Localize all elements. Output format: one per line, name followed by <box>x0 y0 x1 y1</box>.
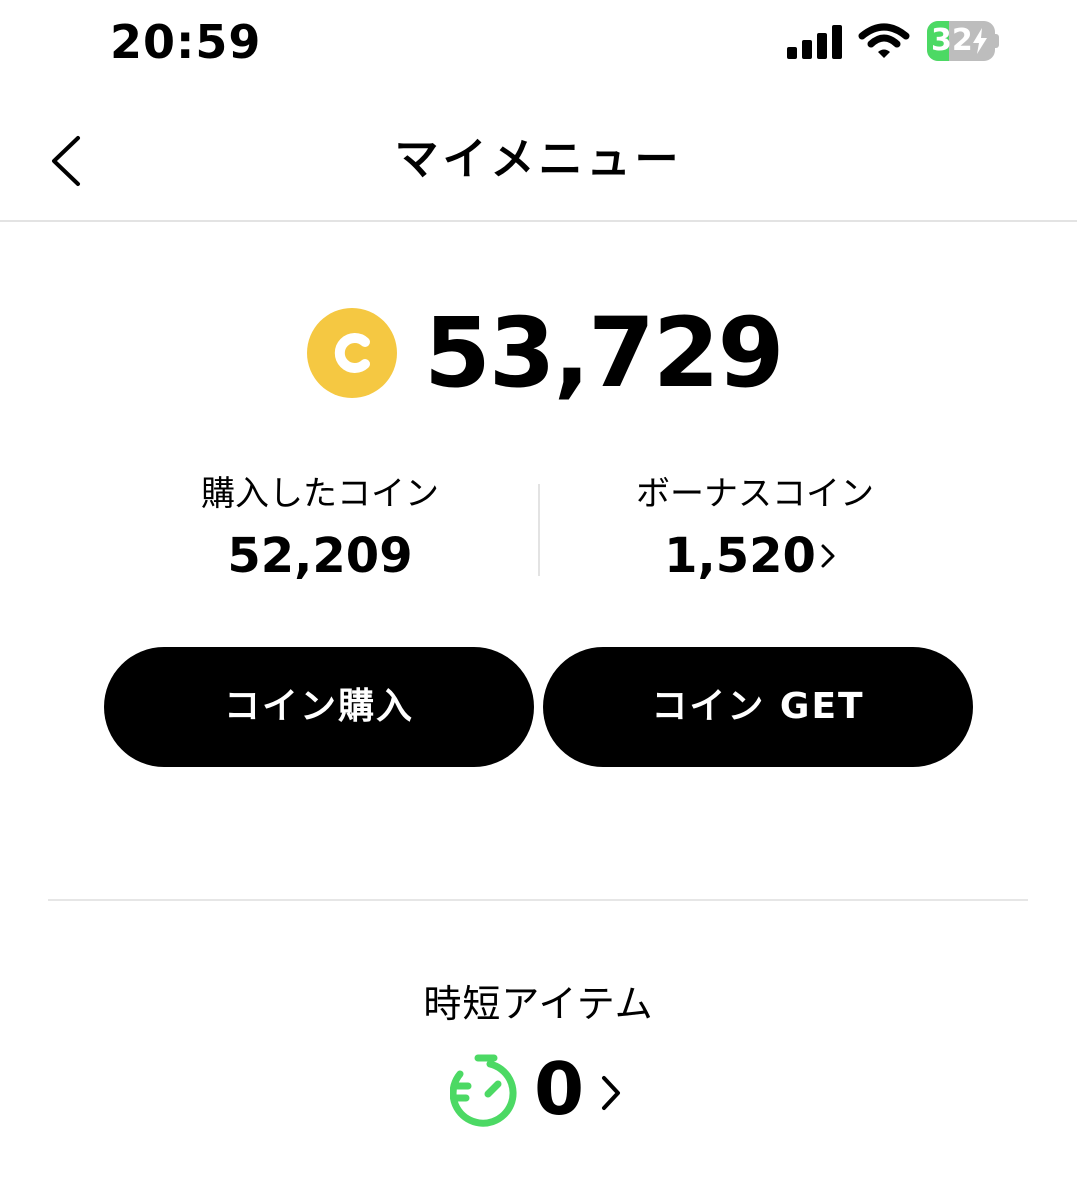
bonus-coins-value[interactable]: 1,520 <box>660 526 820 586</box>
bonus-coins-label[interactable]: ボーナスコイン <box>615 472 895 516</box>
timer-icon <box>450 1054 517 1127</box>
purchased-coins-value: 52,209 <box>227 528 413 584</box>
time-saving-row[interactable]: 0 <box>450 1047 640 1140</box>
breakdown-divider <box>538 484 540 576</box>
battery-charging-icon: 32 <box>927 21 999 61</box>
purchased-coins-label: 購入したコイン <box>201 474 439 514</box>
get-coins-button[interactable]: コイン GET <box>543 647 973 767</box>
section-divider <box>48 899 1028 901</box>
cellular-signal-icon <box>787 25 843 59</box>
header-divider <box>0 220 1077 222</box>
coin-total: 53,729 <box>424 297 784 409</box>
chevron-right-icon <box>602 1076 620 1110</box>
bolt-icon <box>973 28 987 54</box>
buy-coins-button[interactable]: コイン購入 <box>104 647 534 767</box>
time-saving-count: 0 <box>534 1047 585 1131</box>
time-saving-title: 時短アイテム <box>423 982 654 1026</box>
status-time: 20:59 <box>110 15 262 69</box>
wifi-icon <box>858 23 910 58</box>
page-title: マイメニュー <box>394 134 683 185</box>
coin-c-icon <box>307 308 397 398</box>
chevron-right-icon[interactable] <box>818 541 838 571</box>
